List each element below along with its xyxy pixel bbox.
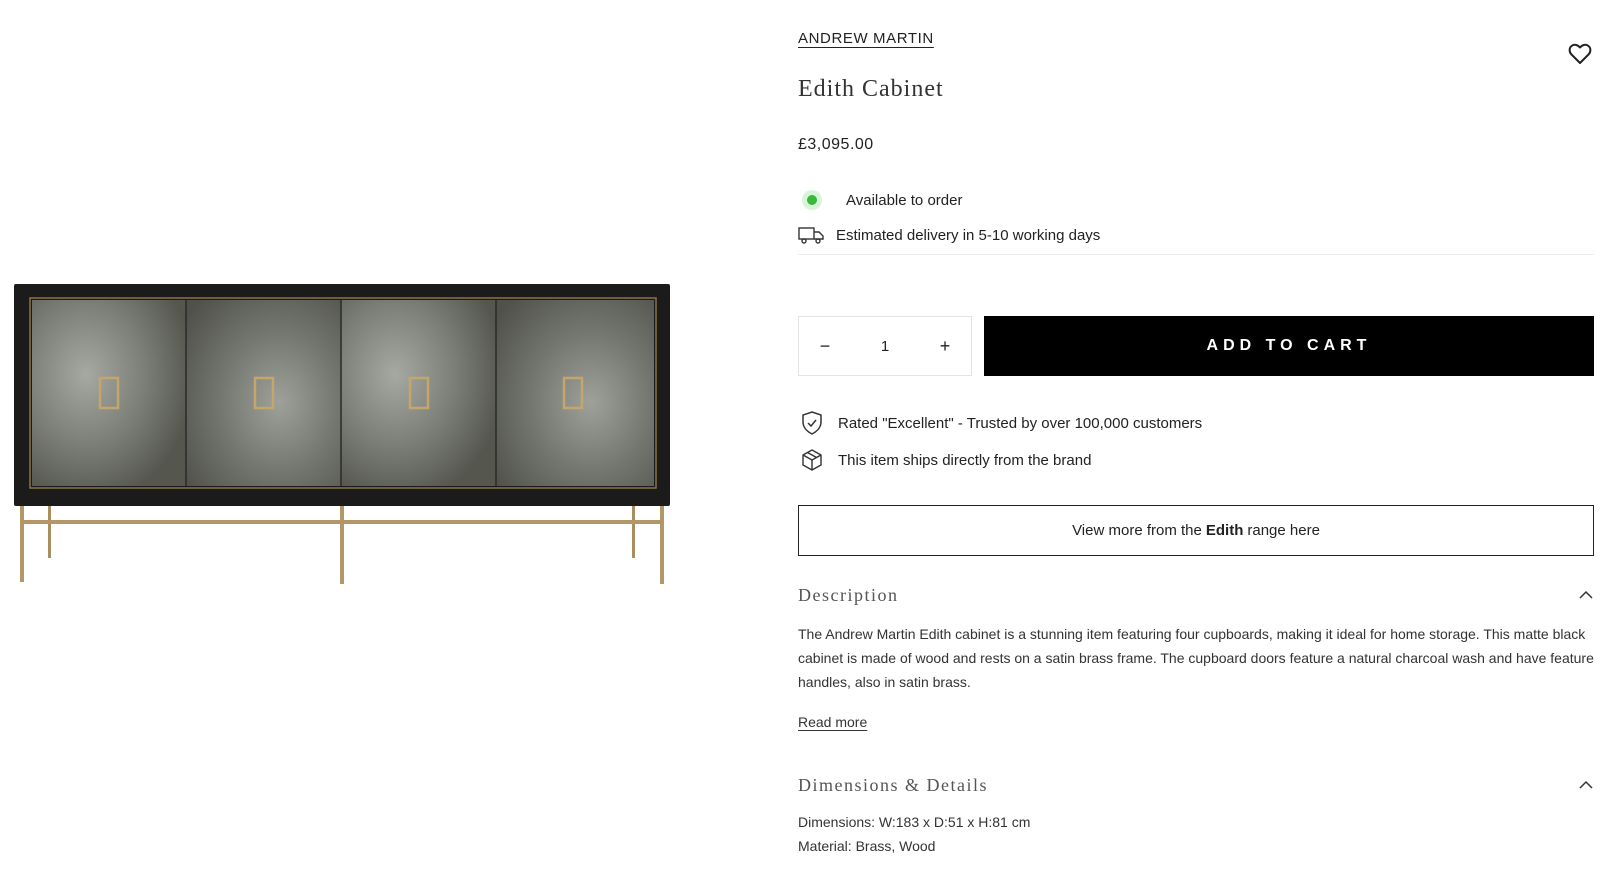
quantity-decrease-button[interactable]: −: [813, 334, 837, 358]
dimensions-accordion-header[interactable]: Dimensions & Details: [798, 770, 1594, 800]
heart-icon: [1568, 43, 1592, 64]
ships-text: This item ships directly from the brand: [838, 451, 1092, 469]
add-to-cart-button[interactable]: ADD TO CART: [984, 316, 1594, 376]
range-suffix: range here: [1247, 522, 1320, 539]
trust-rating: Rated "Excellent" - Trusted by over 100,…: [800, 410, 1202, 436]
chevron-up-icon: [1579, 780, 1593, 789]
material-spec: Material: Brass, Wood: [798, 838, 936, 854]
brand-link[interactable]: ANDREW MARTIN: [798, 30, 934, 47]
range-prefix: View more from the: [1072, 522, 1202, 539]
product-gallery: [0, 0, 700, 880]
truck-icon: [798, 227, 824, 244]
trust-rating-text: Rated "Excellent" - Trusted by over 100,…: [838, 414, 1203, 432]
description-text: The Andrew Martin Edith cabinet is a stu…: [798, 626, 1594, 690]
description-accordion-header[interactable]: Description: [798, 580, 1594, 610]
view-range-button[interactable]: View more from the Edith range here: [798, 505, 1594, 556]
product-price: £3,095.00: [798, 136, 874, 153]
stock-status: Available to order: [798, 190, 962, 210]
stock-status-text: Available to order: [846, 191, 963, 209]
product-title: Edith Cabinet: [798, 76, 944, 102]
wishlist-button[interactable]: [1566, 40, 1594, 68]
delivery-estimate: Estimated delivery in 5-10 working days: [798, 226, 1100, 244]
box-icon: [802, 449, 822, 471]
divider: [798, 254, 1594, 255]
dimensions-spec: Dimensions: W:183 x D:51 x H:81 cm: [798, 814, 1031, 830]
quantity-increase-button[interactable]: +: [933, 334, 957, 358]
delivery-text: Estimated delivery in 5-10 working days: [836, 226, 1101, 244]
chevron-up-icon: [1579, 590, 1593, 599]
status-dot-icon: [802, 190, 822, 210]
dimensions-heading: Dimensions & Details: [798, 774, 988, 795]
quantity-stepper: − +: [798, 316, 972, 376]
range-name: Edith: [1205, 522, 1244, 539]
shield-check-icon: [802, 411, 822, 435]
ships-from-brand: This item ships directly from the brand: [800, 448, 1091, 472]
read-more-link[interactable]: Read more: [798, 714, 867, 730]
cabinet-image: [14, 284, 670, 584]
description-heading: Description: [798, 584, 899, 605]
quantity-input[interactable]: [855, 337, 915, 355]
